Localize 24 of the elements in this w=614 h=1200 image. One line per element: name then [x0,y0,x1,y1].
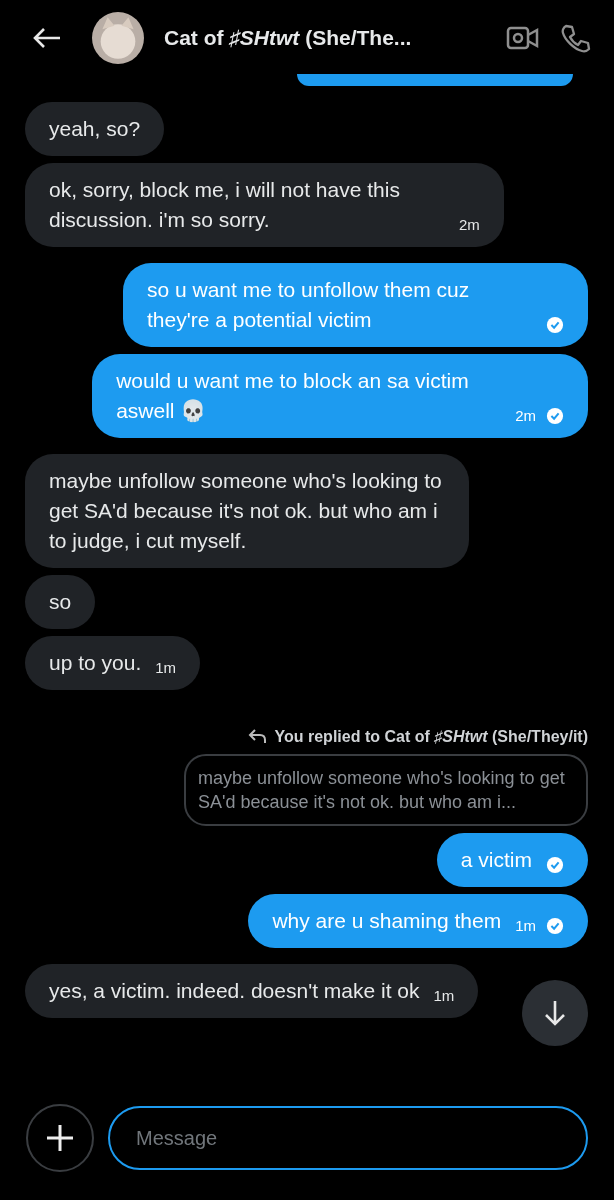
down-arrow-icon [543,999,567,1027]
reply-label: You replied to Cat of ♯SHtwt (She/They/it) [274,728,588,746]
contact-name[interactable]: Cat of ♯SHtwt (She/The... [164,26,488,50]
message-text: maybe unfollow someone who's looking to get SA'd because it's not ok. but who am i to judge, i cut myself. [49,468,443,554]
message-text: so [49,589,72,615]
message-time: 1m [433,986,455,1006]
message-text: ok, sorry, block me, i will not have this discussion. i'm so sorry. [49,177,401,233]
message-text: yes, a victim. indeed. doesn't make it ok [49,978,420,1004]
message-time: 1m [515,916,536,936]
message-text: would u want me to block an sa victim aswell 💀 [116,368,470,424]
quoted-message[interactable]: maybe unfollow someone who's looking to get SA'd because it's not ok. but who am i... [184,754,588,826]
avatar[interactable] [92,12,144,64]
message-text: up to you. [49,650,142,676]
reply-icon [246,729,267,745]
message-text: so u want me to unfollow them cuz they're a potential victim [147,277,471,333]
message-time: 1m [155,658,177,678]
message-text: a victim [460,847,532,873]
message-text: yeah, so? [49,116,141,142]
back-arrow-icon[interactable] [32,26,62,50]
message-field[interactable]: Message [108,1106,588,1170]
plus-icon [45,1123,75,1153]
message-text: why are u shaming them [272,908,502,934]
message-time: 2m [515,406,536,426]
message-time: 2m [459,215,480,235]
